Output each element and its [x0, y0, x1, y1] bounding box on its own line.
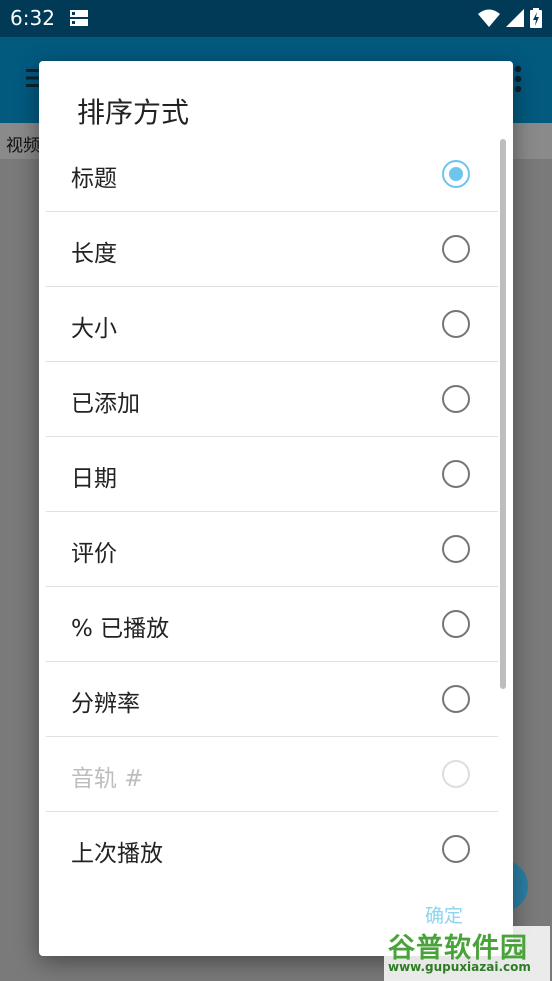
dialog-title: 排序方式 — [77, 96, 190, 129]
sort-option-label: 日期 — [71, 466, 117, 492]
wifi-icon — [478, 9, 500, 27]
sort-option[interactable]: 上次播放 — [46, 812, 498, 886]
sort-option-label: 评价 — [71, 541, 117, 567]
ok-button[interactable]: 确定 — [425, 901, 463, 928]
radio-button — [442, 760, 470, 788]
sort-option-label: 长度 — [71, 241, 117, 267]
sort-option-label: 分辨率 — [71, 691, 140, 717]
sort-option: 音轨 # — [46, 737, 498, 812]
sort-option[interactable]: 评价 — [46, 512, 498, 587]
sort-option[interactable]: 大小 — [46, 287, 498, 362]
sort-option-label: % 已播放 — [71, 616, 170, 642]
radio-button[interactable] — [442, 235, 470, 263]
signal-icon — [506, 9, 524, 27]
sort-option[interactable]: 标题 — [46, 137, 498, 212]
overflow-menu-icon[interactable] — [514, 65, 522, 93]
status-time: 6:32 — [10, 6, 55, 30]
radio-button[interactable] — [442, 685, 470, 713]
sort-option-label: 音轨 # — [71, 766, 144, 792]
sort-dialog: 排序方式 标题 长度 大小 已添加 日期 评价 % 已播放 分辨率 音轨 # 上… — [39, 61, 513, 956]
sort-option[interactable]: 长度 — [46, 212, 498, 287]
sort-option[interactable]: 已添加 — [46, 362, 498, 437]
radio-button[interactable] — [442, 310, 470, 338]
watermark-logo: 谷普软件园 www.gupuxiazai.com — [384, 926, 550, 981]
battery-charging-icon — [530, 8, 542, 28]
radio-button-checked[interactable] — [442, 160, 470, 188]
sort-option[interactable]: % 已播放 — [46, 587, 498, 662]
radio-button[interactable] — [442, 610, 470, 638]
status-bar: 6:32 — [0, 0, 552, 37]
radio-button[interactable] — [442, 460, 470, 488]
sort-option[interactable]: 分辨率 — [46, 662, 498, 737]
sort-option-label: 上次播放 — [71, 841, 163, 867]
sort-option-label: 大小 — [71, 316, 117, 342]
sort-option[interactable]: 日期 — [46, 437, 498, 512]
sort-option-label: 已添加 — [71, 391, 140, 417]
sort-option-label: 标题 — [71, 166, 117, 192]
scrollbar[interactable] — [500, 139, 506, 689]
watermark-url: www.gupuxiazai.com — [388, 960, 531, 974]
sub-tab-label[interactable]: 视频 — [6, 131, 40, 156]
status-icons — [478, 8, 542, 28]
radio-button[interactable] — [442, 535, 470, 563]
radio-button[interactable] — [442, 385, 470, 413]
radio-button[interactable] — [442, 835, 470, 863]
sort-option-list: 标题 长度 大小 已添加 日期 评价 % 已播放 分辨率 音轨 # 上次播放 — [46, 137, 498, 886]
storage-icon — [70, 10, 88, 26]
